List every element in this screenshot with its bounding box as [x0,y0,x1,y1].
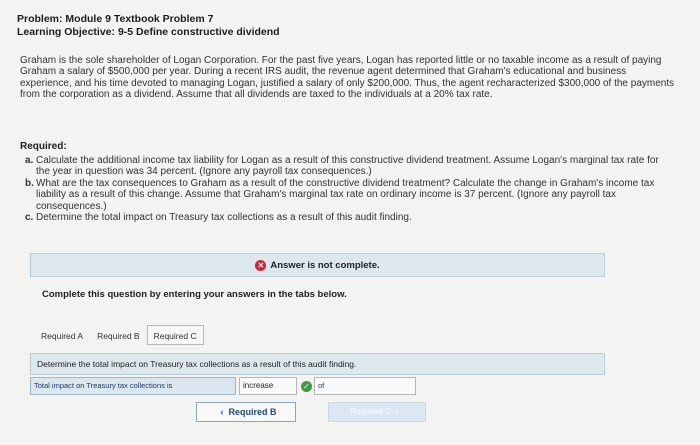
problem-title: Problem: Module 9 Textbook Problem 7 [17,13,214,25]
prev-required-button[interactable]: ‹ Required B [196,402,296,422]
tab-required-b[interactable]: Required B [90,325,147,345]
required-list: a. Calculate the additional income tax l… [25,155,675,223]
required-item-letter: b. [25,177,34,189]
tab-required-a[interactable]: Required A [34,325,90,345]
impact-amount-input[interactable]: of [314,377,416,395]
assignment-page: Problem: Module 9 Textbook Problem 7 Lea… [0,0,700,445]
tab-bar: Required A Required B Required C [34,325,204,345]
prev-button-label: Required B [228,407,277,417]
required-item-text: What are the tax consequences to Graham … [36,177,655,212]
next-required-button[interactable]: Required C › [328,402,426,422]
next-button-label: Required C [350,407,391,416]
chevron-right-icon: › [395,407,399,416]
impact-direction-select[interactable]: increase [239,377,297,395]
chevron-left-icon: ‹ [220,407,224,417]
required-item-letter: c. [25,212,34,224]
required-item-text: Calculate the additional income tax liab… [36,155,659,178]
required-item-b: b. What are the tax consequences to Grah… [25,178,675,212]
problem-text: Graham is the sole shareholder of Logan … [20,55,675,101]
answer-status-banner: ✕ Answer is not complete. [30,253,605,277]
required-item-letter: a. [25,155,34,166]
answer-status-text: Answer is not complete. [270,259,380,271]
answer-label: Total impact on Treasury tax collections… [30,377,236,395]
tab-required-c[interactable]: Required C [146,325,204,345]
required-item-c: c. Determine the total impact on Treasur… [25,212,675,223]
x-circle-icon: ✕ [255,259,267,271]
required-heading: Required: [20,141,67,152]
answer-row: Total impact on Treasury tax collections… [30,377,416,395]
required-item-text: Determine the total impact on Treasury t… [36,212,412,224]
required-item-a: a. Calculate the additional income tax l… [25,155,675,178]
question-prompt: Determine the total impact on Treasury t… [30,353,605,375]
learning-objective: Learning Objective: 9-5 Define construct… [17,26,280,38]
instructions-text: Complete this question by entering your … [42,289,347,300]
check-circle-icon: ✓ [301,380,312,392]
